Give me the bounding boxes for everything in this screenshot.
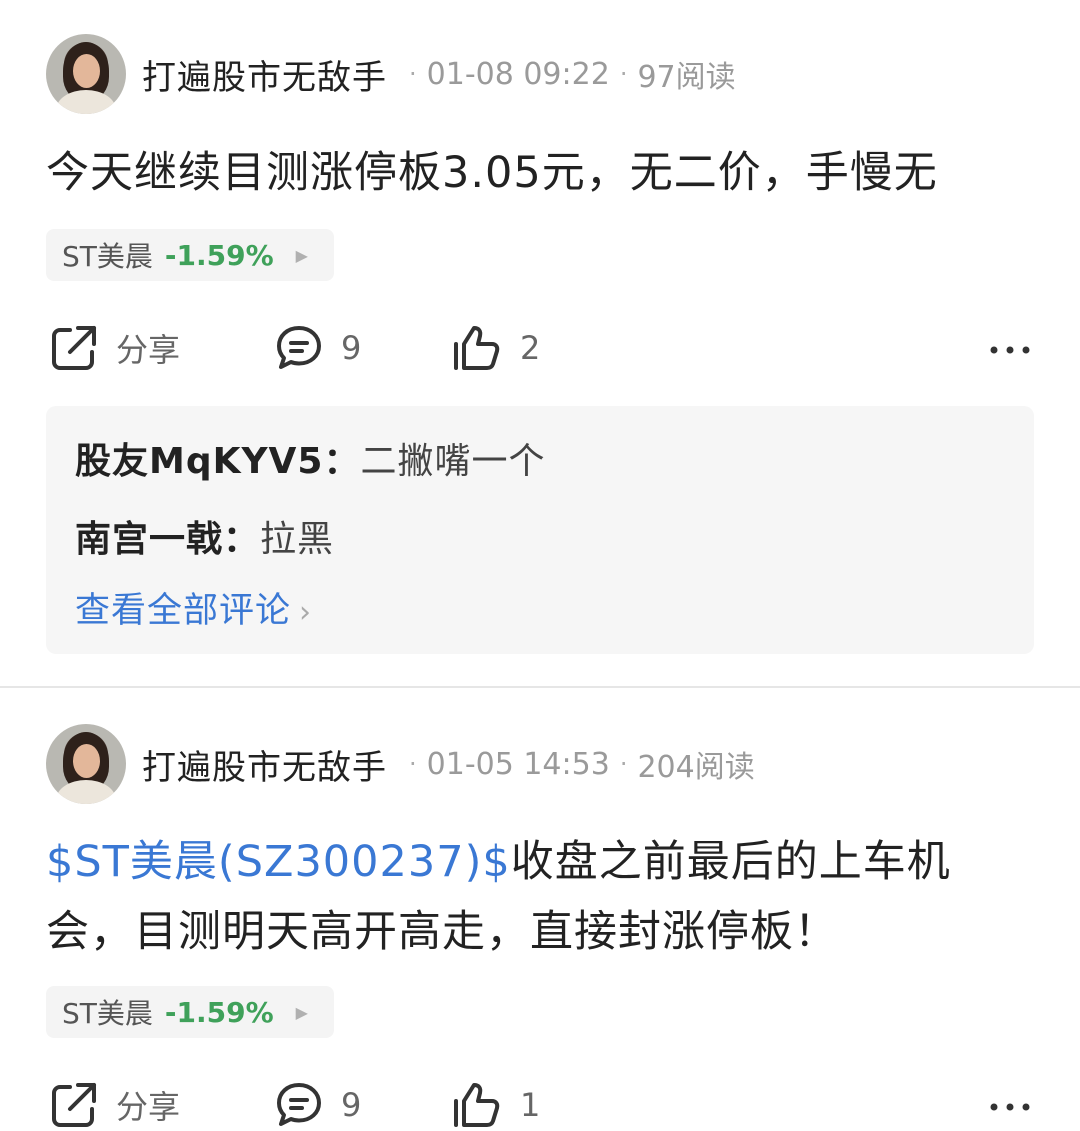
separator-dot: · [619, 750, 628, 778]
post-header: 打遍股市无敌手 · 01-05 14:53 · 204阅读 [46, 724, 755, 804]
post-meta: · 01-05 14:53 · 204阅读 [399, 742, 755, 786]
comment-icon [277, 1083, 321, 1126]
read-count: 204阅读 [637, 750, 755, 785]
stock-mention-link[interactable]: $ST美晨(SZ300237)$ [46, 837, 511, 887]
comment-button[interactable]: 9 [273, 1075, 361, 1131]
separator-dot: · [409, 750, 417, 778]
stock-tag[interactable]: ST美晨 -1.59% ▶ [46, 986, 334, 1038]
more-icon [990, 1103, 1030, 1111]
post-date: 01-05 14:53 [426, 746, 610, 782]
like-count: 1 [520, 1086, 541, 1124]
feed: 打遍股市无敌手 · 01-08 09:22 · 97阅读 今天继续目测涨停板3.… [0, 0, 1080, 1131]
stock-change: -1.59% [164, 995, 274, 1029]
more-button[interactable] [984, 1075, 1036, 1131]
post-text-line2: 会，目测明天高开高走，直接封涨停板！ [46, 907, 838, 957]
post-text: 收盘之前最后的上车机 [510, 837, 951, 887]
thumbs-up-icon [454, 1083, 500, 1127]
stock-name: ST美晨 [62, 997, 153, 1030]
action-bar: 分享 9 1 [0, 1075, 1080, 1131]
post-card[interactable]: 打遍股市无敌手 · 01-05 14:53 · 204阅读 $ST美晨(SZ30… [0, 0, 1080, 1131]
triangle-right-icon: ▶ [295, 1002, 308, 1022]
like-button[interactable]: 1 [452, 1075, 540, 1131]
comment-count: 9 [341, 1086, 362, 1124]
post-content[interactable]: $ST美晨(SZ300237)$收盘之前最后的上车机 会，目测明天高开高走，直接… [46, 827, 1036, 967]
share-button[interactable]: 分享 [48, 1075, 180, 1131]
avatar[interactable] [46, 724, 126, 804]
share-label: 分享 [116, 1088, 181, 1126]
author-name[interactable]: 打遍股市无敌手 [142, 740, 387, 789]
share-icon [52, 1083, 96, 1127]
